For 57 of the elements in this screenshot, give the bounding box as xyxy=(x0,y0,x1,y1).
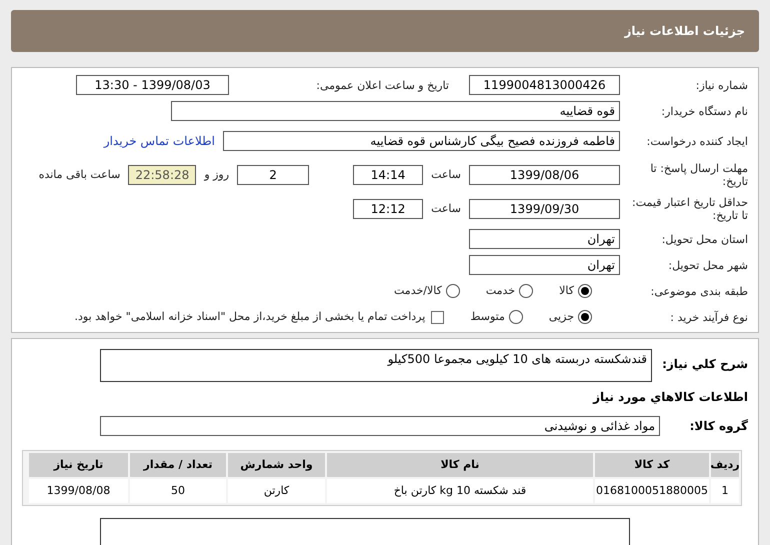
table-cell: کارتن xyxy=(228,479,325,503)
input-field: فاطمه فروزنده فصیح بیگی کارشناس قوه قضاییه xyxy=(223,131,620,151)
input-field: 1399/08/06 xyxy=(469,165,620,185)
table-cell: 1399/08/08 xyxy=(29,479,128,503)
radio-button[interactable] xyxy=(578,310,592,324)
radio-button[interactable] xyxy=(508,310,523,324)
column-header: تعداد / مقدار xyxy=(130,453,226,477)
input-field: تهران xyxy=(469,255,620,275)
input-field: 2 xyxy=(237,165,310,185)
input-field: تهران xyxy=(469,229,620,249)
input-field: 14:14 xyxy=(353,165,424,185)
countdown-field: 22:58:28 xyxy=(128,165,196,185)
table-cell: قند شکسته 10 kg کارتن باخ xyxy=(327,479,593,503)
column-header: کد کالا xyxy=(595,453,709,477)
input-field: مواد غذائی و نوشیدنی xyxy=(100,416,660,436)
radio-label: متوسط xyxy=(470,308,505,325)
field-label: شرح کلي نیاز: xyxy=(661,356,748,373)
input-field: 12:12 xyxy=(353,199,424,219)
field-label: ساعت xyxy=(431,200,461,217)
field-label: ایجاد کننده درخواست: xyxy=(646,134,748,148)
field-label: روز و xyxy=(204,166,230,183)
field-label: استان محل تحویل: xyxy=(660,232,748,246)
input-field: قوه قضاییه xyxy=(171,101,620,121)
column-header: واحد شمارش xyxy=(228,453,325,477)
field-label: حداقل تاریخ اعتبار قیمت: تا تاریخ: xyxy=(631,196,748,222)
contact-link[interactable]: اطلاعات تماس خریدار xyxy=(104,132,215,150)
radio-button[interactable] xyxy=(446,284,460,298)
table-cell: 0168100051880005 xyxy=(595,479,709,503)
page-title: جزئیات اطلاعات نیاز xyxy=(624,23,745,40)
table-cell: 50 xyxy=(130,479,226,503)
radio-label: خدمت xyxy=(486,282,516,299)
summary-field: قندشکسته دربسته های 10 کیلویی مجموعا 500کیلو xyxy=(100,349,652,382)
radio-button[interactable] xyxy=(578,284,592,298)
column-header: نام کالا xyxy=(327,453,593,477)
field-label: نام دستگاه خریدار: xyxy=(660,104,748,118)
field-label: تاریخ و ساعت اعلان عمومی: xyxy=(315,78,449,92)
column-header: تاریخ نیاز xyxy=(29,453,128,477)
input-field: 1399/08/03 - 13:30 xyxy=(76,75,229,95)
input-field: 1199004813000426 xyxy=(469,75,620,95)
radio-label: کالا xyxy=(559,282,574,299)
input-field: 1399/09/30 xyxy=(469,199,620,219)
checkbox-label: پرداخت تمام یا بخشی از مبلغ خرید،از محل "اسناد خزانه اسلامی" خواهد بود. xyxy=(74,308,426,325)
radio-label: جزیی xyxy=(548,308,574,325)
field-label: ساعت xyxy=(431,166,461,183)
field-label: شماره نیاز: xyxy=(694,78,748,92)
radio-button[interactable] xyxy=(519,284,534,298)
section-heading: اطلاعات کالاهاي مورد نیاز xyxy=(592,389,748,406)
field-label: نوع فرآیند خرید : xyxy=(669,310,748,324)
column-header: ردیف xyxy=(711,453,739,477)
radio-label: کالا/خدمت xyxy=(394,282,442,299)
table-cell: 1 xyxy=(711,479,739,503)
field-label: طبقه بندی موضوعی: xyxy=(650,284,748,298)
checkbox[interactable] xyxy=(431,310,444,324)
field-label: گروه کالا: xyxy=(688,418,748,435)
field-label: ساعت باقی مانده xyxy=(38,166,120,183)
field-label: شهر محل تحویل: xyxy=(667,258,748,272)
field-label: مهلت ارسال پاسخ: تا تاریخ: xyxy=(649,162,748,188)
